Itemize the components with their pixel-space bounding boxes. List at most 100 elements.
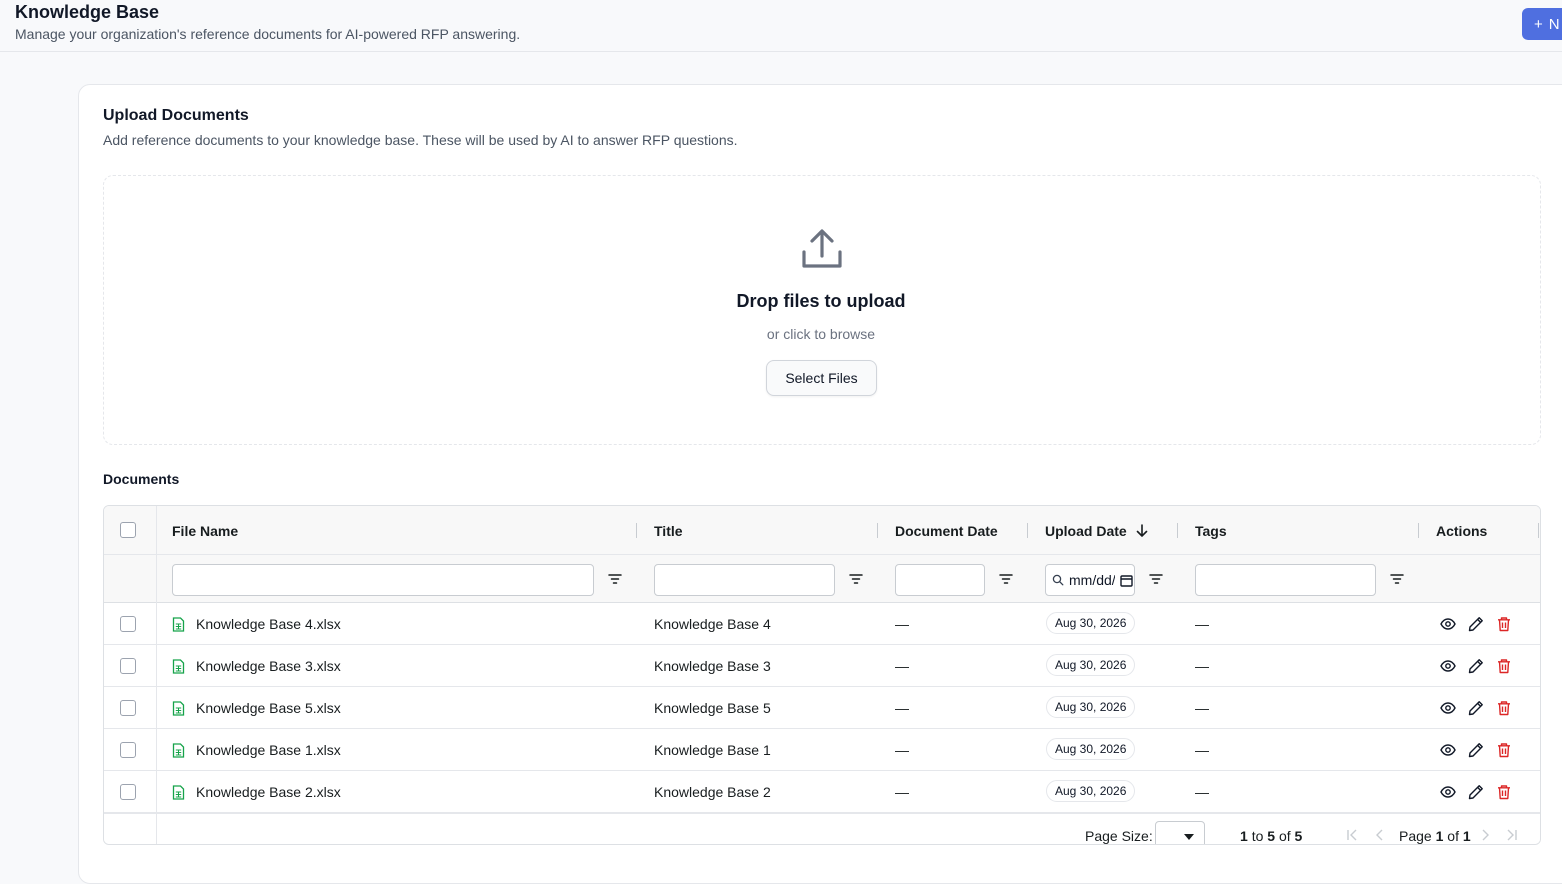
row-range-summary: 1 to 5 of 5 (1240, 828, 1302, 844)
search-icon (1052, 574, 1064, 586)
pagination-bar: Page Size: 1 to 5 of 5 Page 1 of 1 (104, 813, 1540, 844)
new-button[interactable]: + N (1522, 8, 1562, 40)
document-date-filter-input[interactable] (895, 564, 985, 596)
document-date-cell: — (895, 658, 909, 674)
file-name-filter-input[interactable] (172, 564, 594, 596)
upload-description: Add reference documents to your knowledg… (103, 132, 738, 148)
documents-grid: File Name Title Document Date Upload Dat… (103, 505, 1541, 845)
column-resize-handle[interactable] (1027, 523, 1028, 538)
next-page-icon[interactable] (1479, 829, 1491, 841)
title-cell: Knowledge Base 4 (654, 616, 771, 632)
page-label: Page (1399, 828, 1432, 844)
title-cell: Knowledge Base 2 (654, 784, 771, 800)
documents-title: Documents (103, 471, 180, 487)
column-resize-handle[interactable] (1538, 523, 1539, 538)
column-header-actions: Actions (1436, 522, 1488, 539)
upload-title: Upload Documents (103, 107, 249, 124)
previous-page-icon[interactable] (1374, 829, 1386, 841)
range-to-label: to (1251, 828, 1264, 844)
row-checkbox[interactable] (120, 784, 136, 800)
spreadsheet-file-icon (172, 616, 185, 632)
title-filter-input[interactable] (654, 564, 835, 596)
delete-trash-icon[interactable] (1496, 700, 1512, 716)
column-resize-handle[interactable] (1177, 523, 1178, 538)
filter-icon[interactable] (1148, 571, 1164, 587)
tags-cell: — (1195, 658, 1209, 674)
column-header-title[interactable]: Title (654, 506, 683, 555)
column-header-document-date[interactable]: Document Date (895, 506, 998, 555)
checkbox-column-divider (156, 506, 157, 844)
page-subtitle: Manage your organization's reference doc… (15, 26, 521, 42)
filter-icon[interactable] (848, 571, 864, 587)
delete-trash-icon[interactable] (1496, 658, 1512, 674)
tags-filter-input[interactable] (1195, 564, 1376, 596)
column-header-upload-date[interactable]: Upload Date (1045, 506, 1149, 555)
document-date-cell: — (895, 700, 909, 716)
file-name-cell[interactable]: Knowledge Base 1.xlsx (172, 729, 341, 771)
column-header-tags[interactable]: Tags (1195, 506, 1227, 555)
row-checkbox[interactable] (120, 700, 136, 716)
file-name: Knowledge Base 3.xlsx (196, 658, 341, 674)
upload-date-badge: Aug 30, 2026 (1046, 612, 1136, 634)
view-icon[interactable] (1440, 616, 1456, 632)
page-size-select[interactable] (1155, 821, 1205, 844)
new-button-label: N (1548, 15, 1560, 33)
last-page-icon[interactable] (1506, 829, 1518, 841)
table-row[interactable]: Knowledge Base 1.xlsx Knowledge Base 1 —… (104, 729, 1540, 771)
upload-date-badge: Aug 30, 2026 (1046, 654, 1136, 676)
first-page-icon[interactable] (1346, 829, 1358, 841)
view-icon[interactable] (1440, 658, 1456, 674)
row-checkbox[interactable] (120, 742, 136, 758)
drop-subtitle: or click to browse (766, 326, 876, 342)
filter-icon[interactable] (1389, 571, 1405, 587)
upload-date-filter-placeholder: mm/dd/yyyy (1069, 572, 1115, 588)
delete-trash-icon[interactable] (1496, 784, 1512, 800)
top-bar: Knowledge Base Manage your organization'… (0, 0, 1562, 52)
column-header-file-name[interactable]: File Name (172, 506, 238, 555)
row-checkbox[interactable] (120, 616, 136, 632)
file-name-cell[interactable]: Knowledge Base 3.xlsx (172, 645, 341, 687)
range-of-label: of (1278, 828, 1291, 844)
sort-descending-icon (1136, 523, 1147, 537)
file-name-cell[interactable]: Knowledge Base 5.xlsx (172, 687, 341, 729)
row-checkbox[interactable] (120, 658, 136, 674)
view-icon[interactable] (1440, 784, 1456, 800)
edit-pencil-icon[interactable] (1468, 658, 1484, 674)
table-row[interactable]: Knowledge Base 4.xlsx Knowledge Base 4 —… (104, 603, 1540, 645)
page-current: 1 (1435, 828, 1444, 844)
edit-pencil-icon[interactable] (1468, 616, 1484, 632)
column-resize-handle[interactable] (877, 523, 878, 538)
file-name: Knowledge Base 2.xlsx (196, 784, 341, 800)
filter-icon[interactable] (998, 571, 1014, 587)
column-resize-handle[interactable] (636, 523, 637, 538)
edit-pencil-icon[interactable] (1468, 742, 1484, 758)
upload-date-filter-input[interactable]: mm/dd/yyyy (1045, 564, 1135, 596)
column-resize-handle[interactable] (1418, 523, 1419, 538)
chevron-down-icon (1184, 834, 1194, 840)
file-name-cell[interactable]: Knowledge Base 2.xlsx (172, 771, 341, 813)
edit-pencil-icon[interactable] (1468, 784, 1484, 800)
delete-trash-icon[interactable] (1496, 616, 1512, 632)
page-of-label: of (1447, 828, 1459, 844)
view-icon[interactable] (1440, 700, 1456, 716)
calendar-icon[interactable] (1120, 574, 1133, 587)
tags-cell: — (1195, 700, 1209, 716)
view-icon[interactable] (1440, 742, 1456, 758)
document-date-cell: — (895, 616, 909, 632)
filter-icon[interactable] (607, 571, 623, 587)
edit-pencil-icon[interactable] (1468, 700, 1484, 716)
select-all-checkbox[interactable] (120, 522, 136, 538)
range-to: 5 (1267, 828, 1276, 844)
column-header-upload-date-label: Upload Date (1045, 522, 1127, 539)
table-row[interactable]: Knowledge Base 5.xlsx Knowledge Base 5 —… (104, 687, 1540, 729)
title-cell: Knowledge Base 5 (654, 700, 771, 716)
upload-date-badge: Aug 30, 2026 (1046, 738, 1136, 760)
table-row[interactable]: Knowledge Base 3.xlsx Knowledge Base 3 —… (104, 645, 1540, 687)
select-files-button[interactable]: Select Files (766, 360, 877, 396)
upload-date-badge: Aug 30, 2026 (1046, 696, 1136, 718)
table-row[interactable]: Knowledge Base 2.xlsx Knowledge Base 2 —… (104, 771, 1540, 813)
page-total: 1 (1462, 828, 1471, 844)
delete-trash-icon[interactable] (1496, 742, 1512, 758)
file-name-cell[interactable]: Knowledge Base 4.xlsx (172, 603, 341, 645)
file-name: Knowledge Base 4.xlsx (196, 616, 341, 632)
